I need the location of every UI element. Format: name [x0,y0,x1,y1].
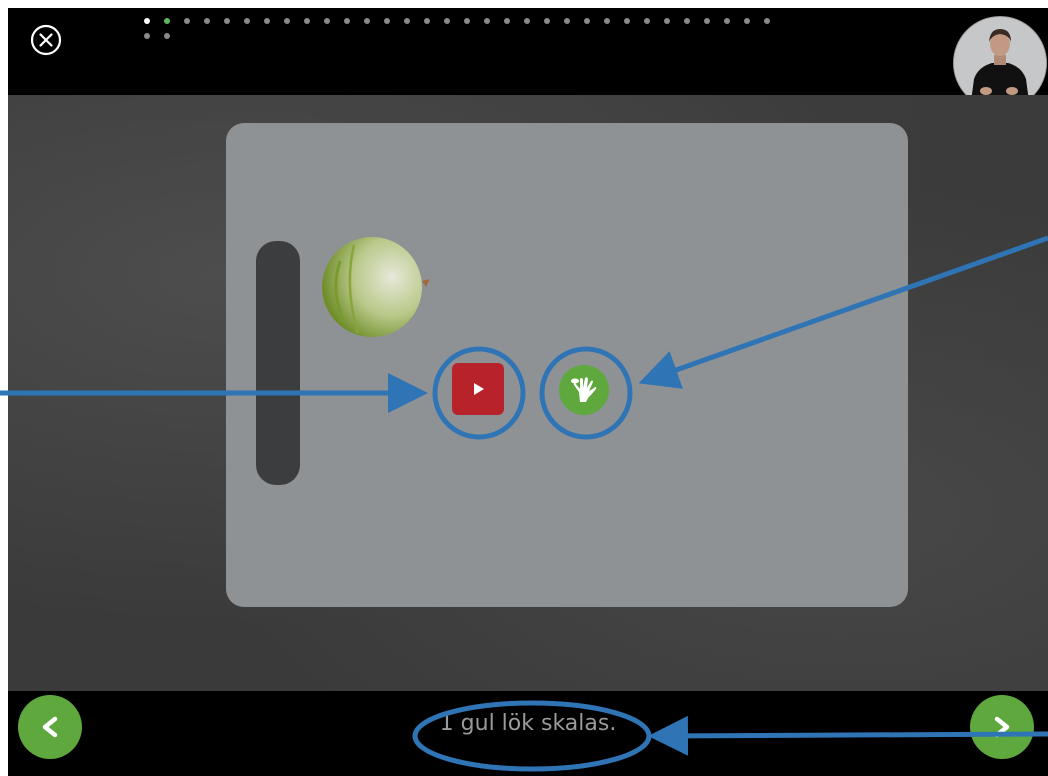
progress-dot [404,18,410,24]
progress-dot [584,18,590,24]
progress-dot [424,18,430,24]
progress-dot [324,18,330,24]
play-icon [474,383,484,395]
progress-dot [144,33,150,39]
onion-image [322,237,430,337]
progress-dot [364,18,370,24]
progress-dot [564,18,570,24]
progress-dot [524,18,530,24]
play-video-button[interactable] [452,363,504,415]
sign-language-hand-icon [571,377,597,402]
sign-language-button[interactable] [559,365,609,415]
progress-dot [624,18,630,24]
step-caption: 1 gul lök skalas. [439,711,617,736]
progress-dot [384,18,390,24]
progress-dot [644,18,650,24]
progress-dot [504,18,510,24]
cutting-board-handle [256,241,300,485]
cutting-board [226,123,908,607]
progress-dot [464,18,470,24]
app-frame: 1 gul lök skalas. [8,8,1048,776]
progress-dot [484,18,490,24]
progress-dot [344,18,350,24]
progress-dot [724,18,730,24]
progress-dot [224,18,230,24]
progress-dot [164,18,170,24]
progress-dot [744,18,750,24]
progress-dot [204,18,210,24]
progress-dot [164,33,170,39]
progress-dot [304,18,310,24]
progress-dot [144,18,150,24]
top-bar [8,8,1048,110]
next-step-button[interactable] [970,695,1034,759]
progress-dot [264,18,270,24]
progress-dot [704,18,710,24]
close-icon[interactable] [30,24,62,56]
bottom-bar: 1 gul lök skalas. [8,691,1048,776]
progress-dot [544,18,550,24]
progress-dot [764,18,770,24]
progress-dot [184,18,190,24]
step-photo [8,95,1048,691]
step-progress-dots [144,18,784,39]
chevron-right-icon [994,716,1010,738]
progress-dot [684,18,690,24]
progress-dot [604,18,610,24]
progress-dot [284,18,290,24]
progress-dot [664,18,670,24]
progress-dot [444,18,450,24]
progress-dot [244,18,250,24]
